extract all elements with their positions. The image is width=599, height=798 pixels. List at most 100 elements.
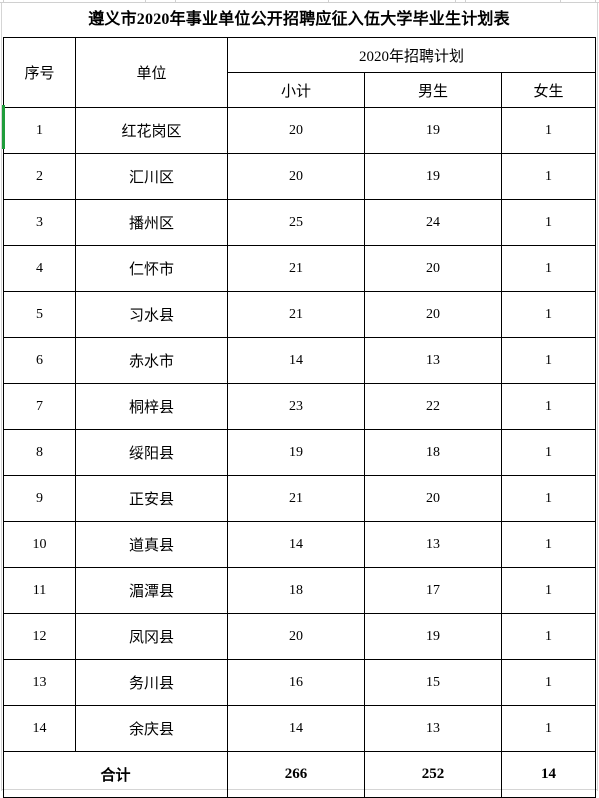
cell-unit: 汇川区 <box>75 153 228 200</box>
total-row: 合计 266 252 14 <box>3 751 597 798</box>
cell-index: 3 <box>3 199 76 246</box>
column-header-subtotal: 小计 <box>227 72 365 108</box>
cell-index: 12 <box>3 613 76 660</box>
cell-female: 1 <box>500 475 597 522</box>
cell-unit: 道真县 <box>75 521 228 568</box>
table-body: 1 红花岗区 20 19 1 2 汇川区 20 19 1 3 播州区 25 24 1 4 仁怀市 21 20 1 5 习水… <box>3 107 597 752</box>
table-footer: 合计 266 252 14 <box>3 751 597 798</box>
cell-unit: 绥阳县 <box>75 429 228 476</box>
table-row: 8 绥阳县 19 18 1 <box>3 429 597 476</box>
cell-male: 19 <box>364 107 502 154</box>
total-male: 252 <box>364 751 502 798</box>
cell-subtotal: 18 <box>227 567 365 614</box>
cell-unit: 播州区 <box>75 199 228 246</box>
cell-index: 14 <box>3 705 76 752</box>
cell-male: 18 <box>364 429 502 476</box>
column-header-male: 男生 <box>364 72 502 108</box>
cell-subtotal: 20 <box>227 613 365 660</box>
cell-subtotal: 19 <box>227 429 365 476</box>
table-row: 9 正安县 21 20 1 <box>3 475 597 522</box>
sheet-right-gridline <box>597 3 598 791</box>
table-row: 7 桐梓县 23 22 1 <box>3 383 597 430</box>
cell-subtotal: 20 <box>227 153 365 200</box>
cell-female: 1 <box>500 291 597 338</box>
cell-female: 1 <box>500 337 597 384</box>
cell-female: 1 <box>500 659 597 706</box>
cell-index: 9 <box>3 475 76 522</box>
cell-unit: 仁怀市 <box>75 245 228 292</box>
cell-subtotal: 21 <box>227 475 365 522</box>
page-title: 遵义市2020年事业单位公开招聘应征入伍大学毕业生计划表 <box>88 11 510 28</box>
cell-male: 22 <box>364 383 502 430</box>
cell-male: 20 <box>364 291 502 338</box>
cell-male: 13 <box>364 521 502 568</box>
cell-female: 1 <box>500 429 597 476</box>
cell-male: 17 <box>364 567 502 614</box>
table-row: 1 红花岗区 20 19 1 <box>3 107 597 154</box>
column-header-plan-group: 2020年招聘计划 <box>226 37 597 73</box>
cell-index: 2 <box>3 153 76 200</box>
cell-unit: 凤冈县 <box>75 613 228 660</box>
column-header-index: 序号 <box>3 37 76 108</box>
cell-male: 13 <box>364 705 502 752</box>
spreadsheet-area: 遵义市2020年事业单位公开招聘应征入伍大学毕业生计划表 序号 单位 2020年… <box>3 3 597 798</box>
recruitment-plan-table: 序号 单位 2020年招聘计划 小计 男生 女生 1 红花岗区 20 19 1 2 汇川区 2… <box>3 37 597 798</box>
table-row: 12 凤冈县 20 19 1 <box>3 613 597 660</box>
table-row: 5 习水县 21 20 1 <box>3 291 597 338</box>
table-row: 2 汇川区 20 19 1 <box>3 153 597 200</box>
cell-female: 1 <box>500 567 597 614</box>
cell-female: 1 <box>500 383 597 430</box>
total-label: 合计 <box>3 751 228 798</box>
cell-male: 24 <box>364 199 502 246</box>
cell-index: 1 <box>3 107 76 154</box>
cell-subtotal: 25 <box>227 199 365 246</box>
column-header-unit: 单位 <box>75 37 228 108</box>
cell-index: 5 <box>3 291 76 338</box>
cell-unit: 赤水市 <box>75 337 228 384</box>
cell-subtotal: 21 <box>227 291 365 338</box>
cell-male: 20 <box>364 245 502 292</box>
cell-subtotal: 23 <box>227 383 365 430</box>
cell-female: 1 <box>500 245 597 292</box>
cell-index: 4 <box>3 245 76 292</box>
cell-subtotal: 16 <box>227 659 365 706</box>
cell-unit: 正安县 <box>75 475 228 522</box>
cell-subtotal: 14 <box>227 705 365 752</box>
cell-index: 8 <box>3 429 76 476</box>
cell-unit: 红花岗区 <box>75 107 228 154</box>
table-row: 4 仁怀市 21 20 1 <box>3 245 597 292</box>
column-header-female: 女生 <box>500 72 597 108</box>
cell-female: 1 <box>500 199 597 246</box>
cell-index: 11 <box>3 567 76 614</box>
table-row: 13 务川县 16 15 1 <box>3 659 597 706</box>
table-row: 11 湄潭县 18 17 1 <box>3 567 597 614</box>
cell-unit: 余庆县 <box>75 705 228 752</box>
cell-subtotal: 20 <box>227 107 365 154</box>
cell-female: 1 <box>500 613 597 660</box>
cell-index: 6 <box>3 337 76 384</box>
table-row: 14 余庆县 14 13 1 <box>3 705 597 752</box>
total-female: 14 <box>500 751 597 798</box>
cell-subtotal: 21 <box>227 245 365 292</box>
cell-unit: 桐梓县 <box>75 383 228 430</box>
cell-unit: 务川县 <box>75 659 228 706</box>
cell-male: 20 <box>364 475 502 522</box>
cell-subtotal: 14 <box>227 521 365 568</box>
cell-subtotal: 14 <box>227 337 365 384</box>
cell-female: 1 <box>500 521 597 568</box>
cell-male: 19 <box>364 613 502 660</box>
cell-index: 10 <box>3 521 76 568</box>
cell-male: 13 <box>364 337 502 384</box>
cell-index: 7 <box>3 383 76 430</box>
cell-male: 15 <box>364 659 502 706</box>
cell-unit: 习水县 <box>75 291 228 338</box>
cell-female: 1 <box>500 107 597 154</box>
table-row: 10 道真县 14 13 1 <box>3 521 597 568</box>
cell-unit: 湄潭县 <box>75 567 228 614</box>
cell-female: 1 <box>500 705 597 752</box>
cell-female: 1 <box>500 153 597 200</box>
cell-index: 13 <box>3 659 76 706</box>
table-header: 序号 单位 2020年招聘计划 小计 男生 女生 <box>3 37 597 108</box>
selected-cell-marker <box>2 105 5 149</box>
total-subtotal: 266 <box>227 751 365 798</box>
